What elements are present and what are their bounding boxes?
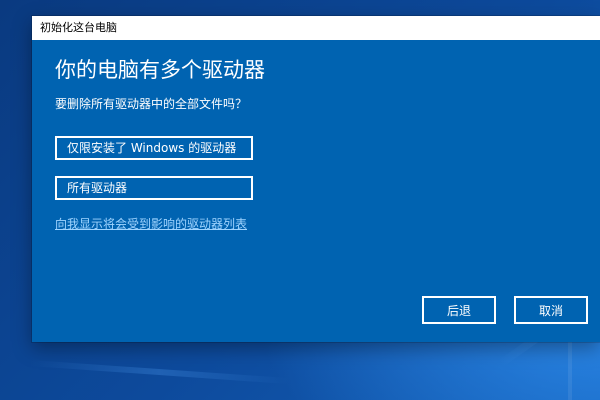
window-title: 初始化这台电脑	[40, 21, 117, 34]
dialog-heading: 你的电脑有多个驱动器	[55, 58, 265, 82]
windows-drive-only-button[interactable]: 仅限安装了 Windows 的驱动器	[55, 136, 253, 160]
dialog-question: 要删除所有驱动器中的全部文件吗？	[55, 97, 248, 111]
wallpaper-light-ray	[29, 360, 290, 385]
cancel-button[interactable]: 取消	[514, 296, 588, 324]
all-drives-button[interactable]: 所有驱动器	[55, 176, 253, 200]
reset-pc-dialog: 初始化这台电脑 你的电脑有多个驱动器 要删除所有驱动器中的全部文件吗？ 仅限安装…	[32, 16, 600, 342]
wallpaper-edge	[568, 342, 572, 400]
title-bar[interactable]: 初始化这台电脑	[32, 16, 600, 40]
show-affected-drives-link[interactable]: 向我显示将会受到影响的驱动器列表	[55, 216, 247, 232]
back-button[interactable]: 后退	[422, 296, 496, 324]
